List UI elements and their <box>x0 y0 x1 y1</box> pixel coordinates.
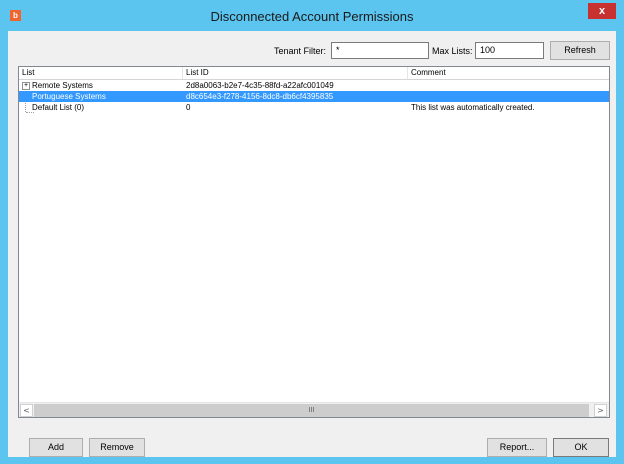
column-header-comment[interactable]: Comment <box>408 67 609 79</box>
max-lists-input[interactable]: 100 <box>475 42 544 59</box>
window-title: Disconnected Account Permissions <box>210 9 414 24</box>
list-item[interactable]: Portuguese Systems d8c654e3-f278-4156-8d… <box>19 91 609 102</box>
list-id: 2d8a0063-b2e7-4c35-88fd-a22afc001049 <box>186 81 334 90</box>
ok-button[interactable]: OK <box>553 438 609 457</box>
expand-icon[interactable]: + <box>22 82 30 90</box>
list-comment <box>411 80 607 91</box>
permissions-list[interactable]: List List ID Comment + Remote Systems 2d… <box>18 66 610 418</box>
scroll-thumb[interactable]: III <box>34 404 589 417</box>
tenant-filter-label: Tenant Filter: <box>274 46 327 56</box>
refresh-button[interactable]: Refresh <box>550 41 610 60</box>
horizontal-scrollbar[interactable]: < III > <box>19 402 609 417</box>
list-name: Portuguese Systems <box>32 92 106 101</box>
close-button[interactable]: x <box>588 3 616 19</box>
list-item[interactable]: Default List (0) 0 This list was automat… <box>19 102 609 113</box>
list-comment: This list was automatically created. <box>411 103 535 112</box>
scroll-right-icon[interactable]: > <box>594 404 607 417</box>
remove-button[interactable]: Remove <box>89 438 145 457</box>
report-button[interactable]: Report... <box>487 438 547 457</box>
list-name: Remote Systems <box>32 81 93 90</box>
list-comment <box>411 91 607 102</box>
list-name: Default List (0) <box>32 103 85 112</box>
title-bar[interactable]: b Disconnected Account Permissions x <box>0 0 624 31</box>
column-header-list[interactable]: List <box>19 67 183 79</box>
tenant-filter-input[interactable]: * <box>331 42 429 59</box>
scroll-left-icon[interactable]: < <box>20 404 33 417</box>
close-icon: x <box>598 5 606 17</box>
dialog-window: b Disconnected Account Permissions x Ten… <box>0 0 624 464</box>
max-lists-label: Max Lists: <box>432 46 473 56</box>
list-id: 0 <box>186 103 191 112</box>
column-header-list-id[interactable]: List ID <box>183 67 408 79</box>
list-id: d8c654e3-f278-4156-8dc8-db6cf4395835 <box>186 92 334 101</box>
add-button[interactable]: Add <box>29 438 83 457</box>
list-header: List List ID Comment <box>19 67 609 80</box>
list-item[interactable]: + Remote Systems 2d8a0063-b2e7-4c35-88fd… <box>19 80 609 91</box>
